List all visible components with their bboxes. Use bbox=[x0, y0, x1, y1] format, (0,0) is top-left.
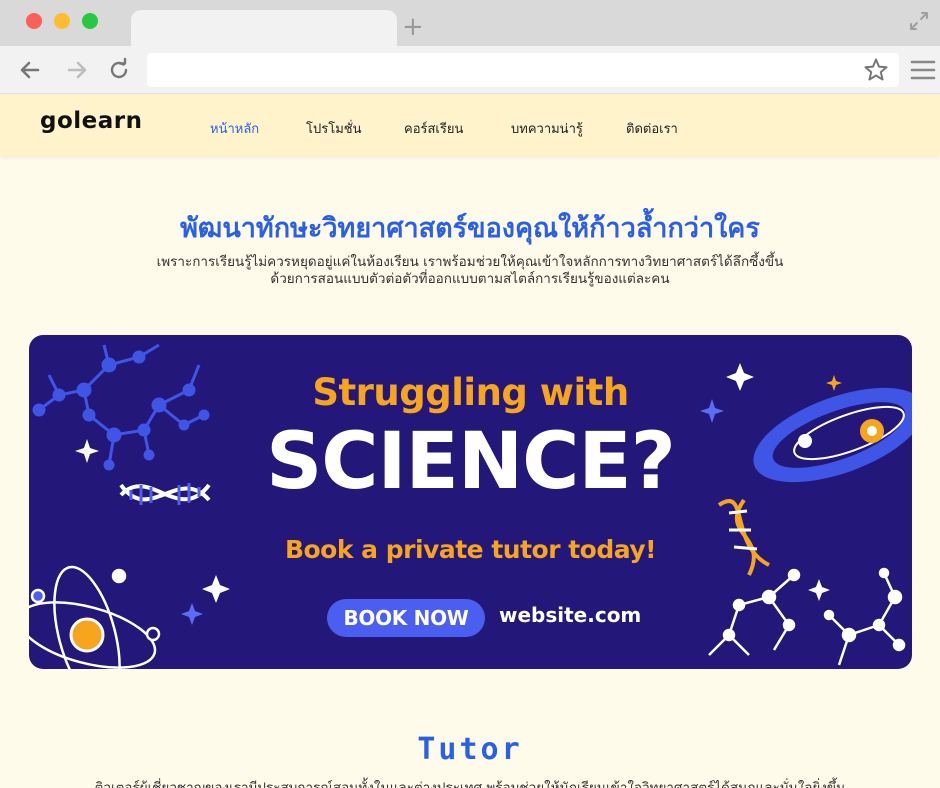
close-window-button[interactable] bbox=[26, 13, 42, 29]
reload-icon[interactable] bbox=[105, 56, 133, 84]
address-bar[interactable] bbox=[147, 53, 899, 87]
bookmark-star-icon[interactable] bbox=[863, 57, 889, 83]
forward-arrow-icon[interactable] bbox=[63, 56, 91, 84]
nav-articles[interactable]: บทความน่ารู้ bbox=[511, 118, 583, 139]
nav-home[interactable]: หน้าหลัก bbox=[210, 118, 259, 139]
science-tutor-banner[interactable]: Struggling with SCIENCE? Book a private … bbox=[29, 335, 912, 669]
new-tab-button[interactable]: + bbox=[402, 12, 424, 42]
banner-headline-1: Struggling with bbox=[312, 371, 629, 414]
book-now-button[interactable]: BOOK NOW bbox=[327, 599, 485, 637]
hamburger-menu-icon[interactable] bbox=[910, 59, 936, 81]
maximize-window-button[interactable] bbox=[82, 13, 98, 29]
hero-subtitle-line-1: เพราะการเรียนรู้ไม่ควรหยุดอยู่แค่ในห้องเ… bbox=[156, 254, 784, 270]
browser-toolbar bbox=[0, 46, 940, 94]
site-logo[interactable]: golearn bbox=[40, 108, 143, 134]
site-header: golearn หน้าหลัก โปรโมชั่น คอร์สเรียน บท… bbox=[0, 94, 940, 156]
nav-contact[interactable]: ติดต่อเรา bbox=[626, 118, 678, 139]
nav-courses[interactable]: คอร์สเรียน bbox=[404, 118, 463, 139]
tutor-section-subtitle: ติวเตอร์ผู้เชี่ยวชาญของเรามีประสบการณ์สอ… bbox=[94, 780, 846, 788]
hero-subtitle-line-2: ด้วยการสอนแบบตัวต่อตัวที่ออกแบบตามสไตล์ก… bbox=[270, 271, 670, 287]
atom-icon bbox=[29, 565, 161, 669]
banner-tagline: Book a private tutor today! bbox=[284, 535, 657, 564]
molecule-icon-right bbox=[708, 567, 906, 666]
nav-promotions[interactable]: โปรโมชั่น bbox=[306, 118, 361, 139]
banner-website-link[interactable]: website.com bbox=[499, 603, 641, 627]
banner-headline-2: SCIENCE? bbox=[266, 417, 676, 507]
browser-tab-strip: + bbox=[0, 0, 940, 46]
tutor-section-title: Tutor bbox=[417, 732, 523, 767]
hero-title: พัฒนาทักษะวิทยาศาสตร์ของคุณให้ก้าวล้ำกว่… bbox=[180, 213, 760, 244]
back-arrow-icon[interactable] bbox=[16, 56, 44, 84]
hero-subtitle: เพราะการเรียนรู้ไม่ควรหยุดอยู่แค่ในห้องเ… bbox=[110, 254, 830, 288]
browser-tab[interactable] bbox=[131, 10, 397, 46]
minimize-window-button[interactable] bbox=[54, 13, 70, 29]
expand-icon[interactable] bbox=[908, 10, 930, 32]
